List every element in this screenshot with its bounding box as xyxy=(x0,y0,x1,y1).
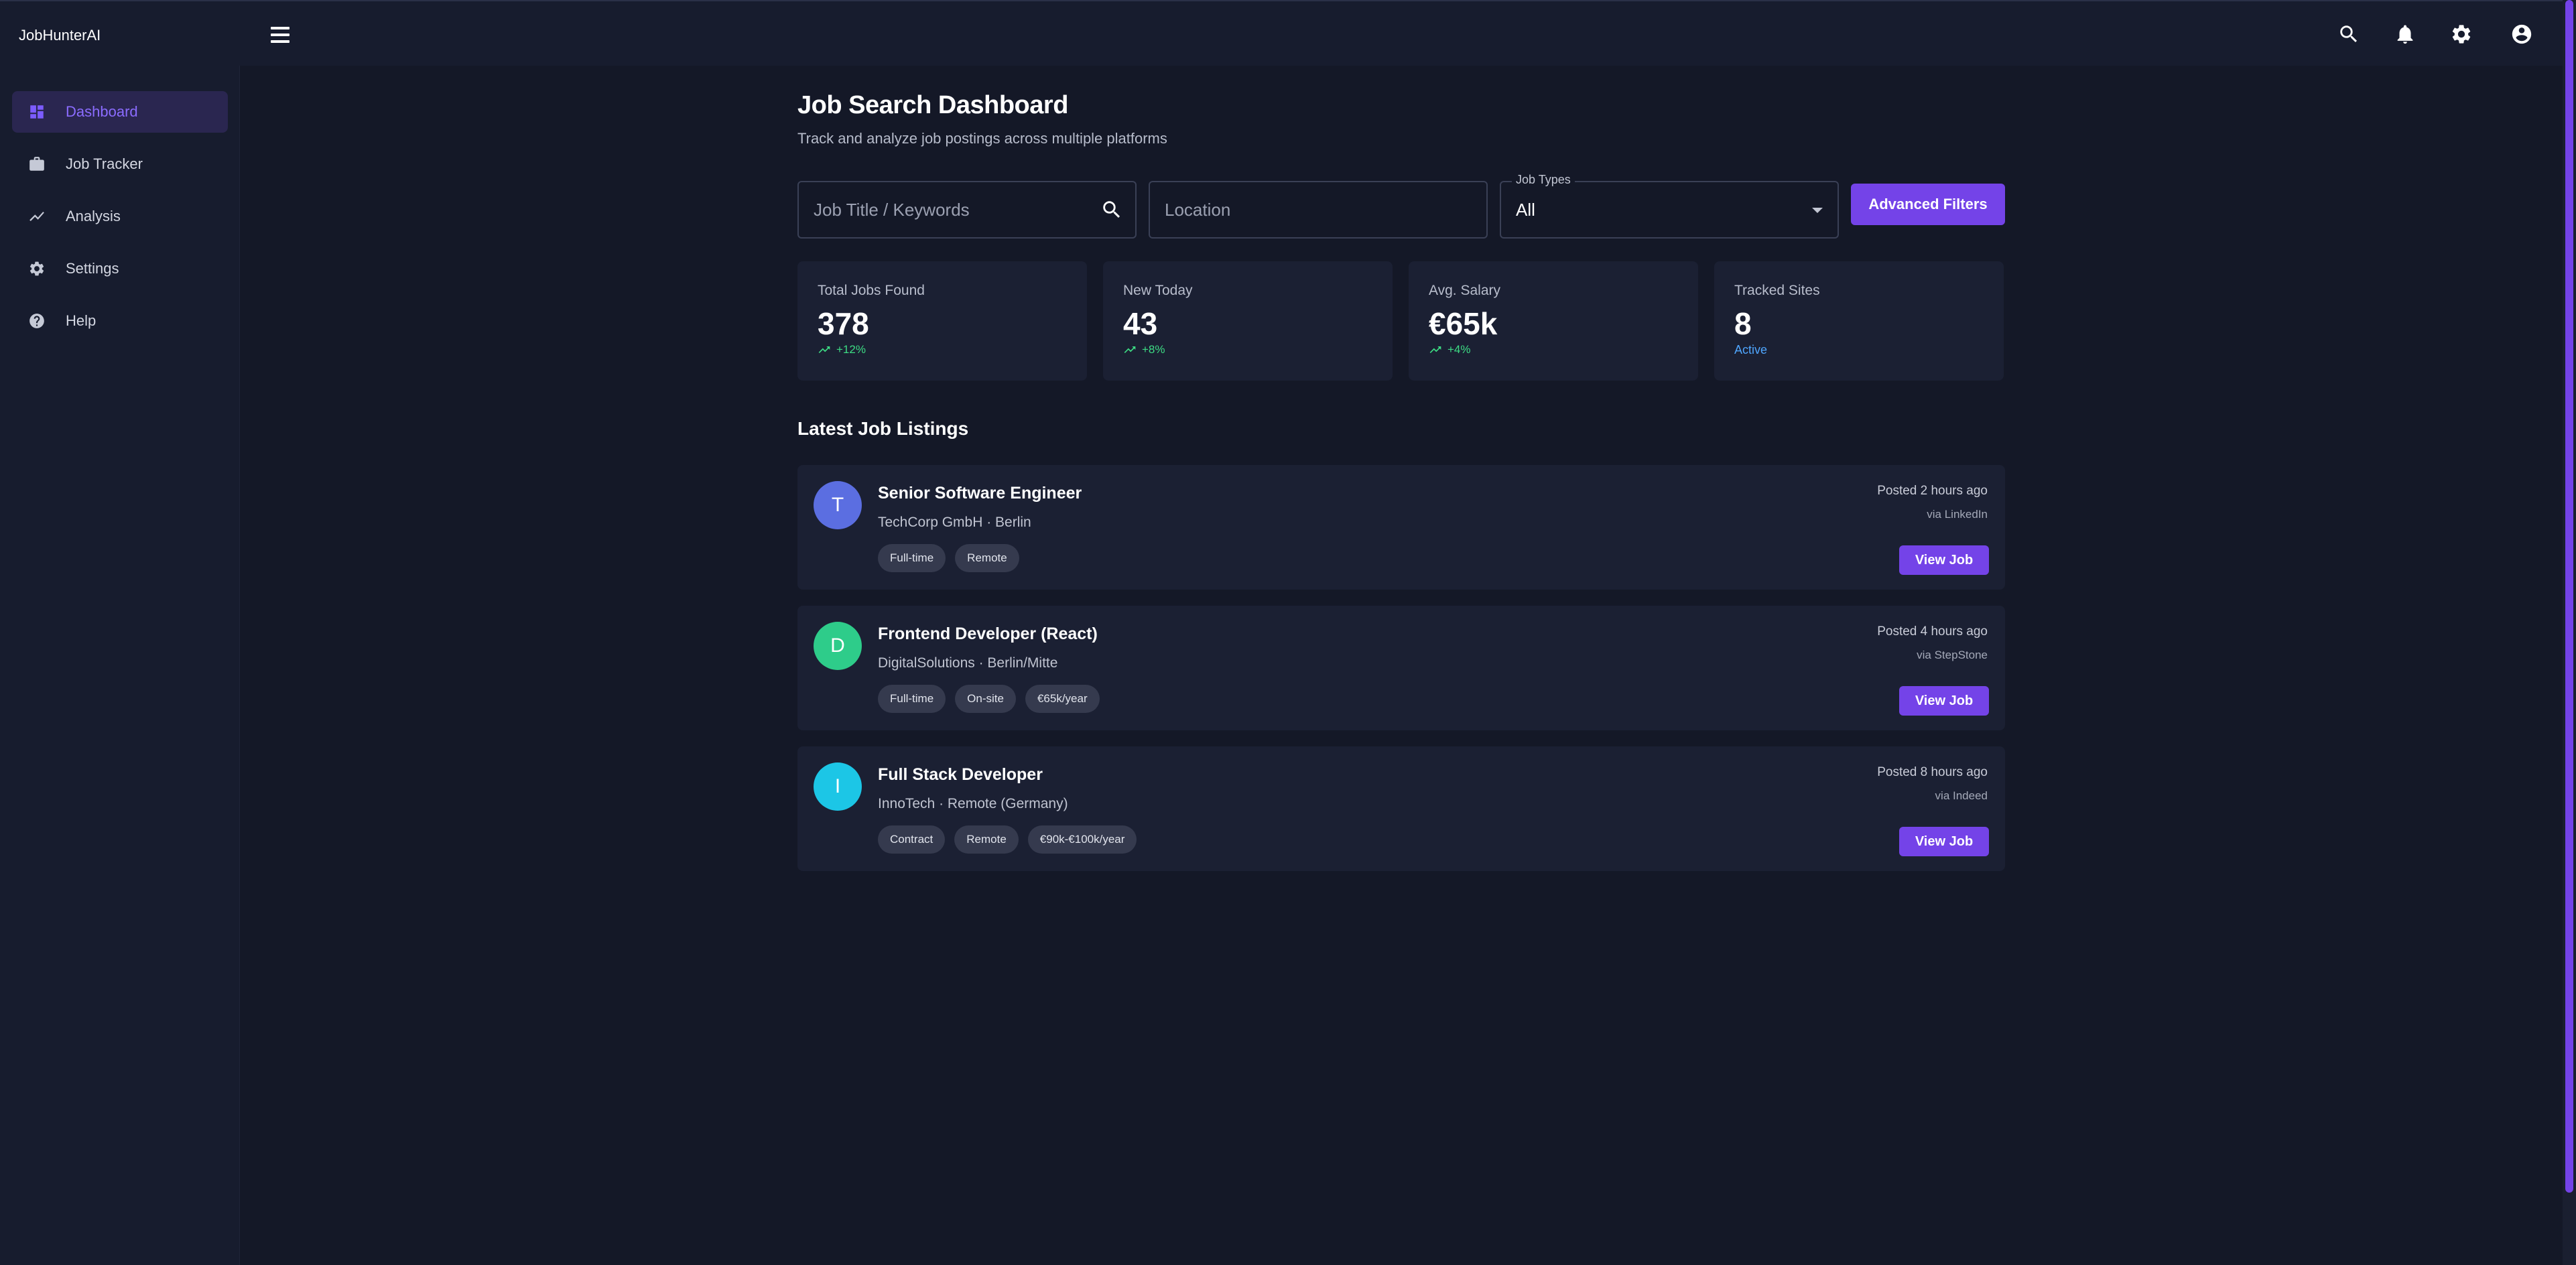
header-actions xyxy=(0,19,2563,50)
job-company: DigitalSolutions · Berlin/Mitte xyxy=(878,655,1058,671)
job-source: via LinkedIn xyxy=(1927,508,1988,521)
keywords-field xyxy=(797,181,1137,239)
sidebar-item-analysis[interactable]: Analysis xyxy=(12,196,228,237)
bell-icon xyxy=(2397,25,2413,44)
sidebar-item-help[interactable]: Help xyxy=(12,300,228,342)
job-tag[interactable]: Full-time xyxy=(878,544,946,572)
sidebar-item-label: Dashboard xyxy=(66,103,138,120)
briefcase-icon xyxy=(29,157,44,171)
view-job-button[interactable]: View Job xyxy=(1899,686,1989,716)
stat-value: 8 xyxy=(1734,306,1752,341)
status-badge: Active xyxy=(1734,343,1768,356)
stat-card-new-today: New Today 43 +8% xyxy=(1103,261,1393,381)
company-avatar: I xyxy=(814,762,862,811)
caret-down-icon xyxy=(1812,208,1823,213)
posted-time: Posted 4 hours ago xyxy=(1877,624,1988,639)
job-tag[interactable]: Full-time xyxy=(878,685,946,713)
trending-up-icon xyxy=(818,346,830,353)
advanced-filters-button[interactable]: Advanced Filters xyxy=(1851,184,2005,225)
stat-label: Total Jobs Found xyxy=(818,283,925,298)
sidebar-item-settings[interactable]: Settings xyxy=(12,248,228,289)
sidebar: Dashboard Job Tracker Analysis Settings … xyxy=(0,66,240,1265)
account-circle-icon xyxy=(2512,24,2532,44)
stat-trend-value: +4% xyxy=(1447,343,1471,356)
job-tag[interactable]: Contract xyxy=(878,825,946,854)
stat-trend: +12% xyxy=(818,343,866,356)
job-tag[interactable]: On-site xyxy=(955,685,1016,713)
help-circle-icon xyxy=(29,314,44,328)
stat-label: Avg. Salary xyxy=(1429,283,1500,298)
app-header: JobHunterAI xyxy=(0,0,2563,66)
stat-value: €65k xyxy=(1429,306,1498,341)
job-card[interactable]: T Senior Software Engineer TechCorp GmbH… xyxy=(797,465,2005,590)
stat-value: 43 xyxy=(1123,306,1158,341)
stat-card-avg-salary: Avg. Salary €65k +4% xyxy=(1409,261,1698,381)
header-search-button[interactable] xyxy=(2333,19,2364,50)
job-title[interactable]: Frontend Developer (React) xyxy=(878,624,1098,644)
company-avatar: T xyxy=(814,481,862,529)
gear-icon xyxy=(29,261,44,276)
sidebar-item-label: Settings xyxy=(66,260,119,277)
scrollbar[interactable] xyxy=(2563,0,2576,1265)
job-source: via Indeed xyxy=(1935,789,1988,802)
stat-label: Tracked Sites xyxy=(1734,283,1820,298)
page-subtitle: Track and analyze job postings across mu… xyxy=(797,130,1167,147)
posted-time: Posted 8 hours ago xyxy=(1877,765,1988,779)
job-types-select[interactable]: Job Types All xyxy=(1500,173,1839,239)
view-job-button[interactable]: View Job xyxy=(1899,827,1989,856)
job-source: via StepStone xyxy=(1917,649,1988,661)
company-avatar: D xyxy=(814,622,862,670)
gear-icon xyxy=(2452,25,2471,44)
stat-value: 378 xyxy=(818,306,869,341)
job-title[interactable]: Senior Software Engineer xyxy=(878,484,1082,503)
location-field xyxy=(1149,181,1488,239)
notifications-button[interactable] xyxy=(2390,19,2421,50)
job-tag[interactable]: Remote xyxy=(955,544,1019,572)
job-tags: Contract Remote €90k-€100k/year xyxy=(878,825,1137,854)
stat-trend-value: +8% xyxy=(1142,343,1165,356)
section-title-latest-listings: Latest Job Listings xyxy=(797,418,969,439)
job-types-value: All xyxy=(1516,200,1535,220)
job-tags: Full-time On-site €65k/year xyxy=(878,685,1100,713)
posted-time: Posted 2 hours ago xyxy=(1877,484,1988,498)
stat-trend: +8% xyxy=(1123,343,1165,356)
stat-label: New Today xyxy=(1123,283,1193,298)
dashboard-icon xyxy=(30,105,44,119)
job-card[interactable]: D Frontend Developer (React) DigitalSolu… xyxy=(797,606,2005,730)
stat-card-tracked-sites: Tracked Sites 8 Active xyxy=(1714,261,2004,381)
sidebar-item-label: Job Tracker xyxy=(66,155,143,172)
job-card[interactable]: I Full Stack Developer InnoTech · Remote… xyxy=(797,746,2005,871)
stat-card-total-jobs: Total Jobs Found 378 +12% xyxy=(797,261,1087,381)
sidebar-item-label: Analysis xyxy=(66,208,121,224)
stat-trend: +4% xyxy=(1429,343,1471,356)
job-tag[interactable]: €90k-€100k/year xyxy=(1027,825,1137,854)
job-company: TechCorp GmbH · Berlin xyxy=(878,515,1031,530)
scrollbar-thumb[interactable] xyxy=(2565,0,2573,1193)
trending-up-icon xyxy=(29,211,44,222)
job-tag[interactable]: Remote xyxy=(954,825,1019,854)
location-input[interactable] xyxy=(1165,182,1447,237)
search-icon xyxy=(2340,25,2358,43)
view-job-button[interactable]: View Job xyxy=(1899,545,1989,575)
sidebar-item-job-tracker[interactable]: Job Tracker xyxy=(12,143,228,185)
job-tag[interactable]: €65k/year xyxy=(1025,685,1100,713)
trending-up-icon xyxy=(1124,346,1136,353)
stat-trend-value: +12% xyxy=(836,343,866,356)
search-icon[interactable] xyxy=(1100,198,1123,221)
job-tags: Full-time Remote xyxy=(878,544,1019,572)
sidebar-item-dashboard[interactable]: Dashboard xyxy=(12,91,228,133)
page-title: Job Search Dashboard xyxy=(797,91,1068,119)
keywords-input[interactable] xyxy=(814,182,1096,237)
trending-up-icon xyxy=(1429,346,1441,353)
account-button[interactable] xyxy=(2506,19,2537,50)
sidebar-item-label: Help xyxy=(66,312,96,329)
header-settings-button[interactable] xyxy=(2446,19,2477,50)
job-title[interactable]: Full Stack Developer xyxy=(878,765,1043,785)
job-company: InnoTech · Remote (Germany) xyxy=(878,796,1068,811)
